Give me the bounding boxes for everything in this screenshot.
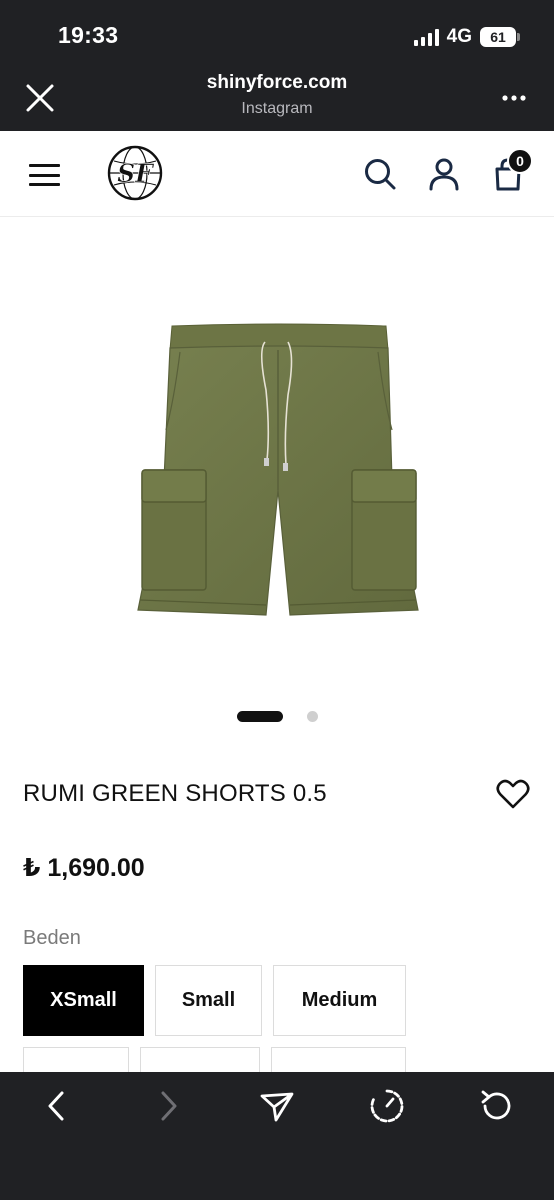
menu-icon[interactable] — [29, 164, 60, 186]
gallery-pagination — [237, 711, 318, 722]
back-icon[interactable] — [40, 1088, 76, 1124]
size-option-medium[interactable]: Medium — [273, 965, 406, 1036]
signal-icon — [413, 28, 439, 46]
site-header: SF 0 — [0, 131, 554, 217]
product-title: RUMI GREEN SHORTS 0.5 — [23, 780, 327, 807]
site-logo[interactable]: SF — [107, 145, 163, 201]
browser-domain: shinyforce.com — [206, 72, 348, 93]
svg-text:SF: SF — [117, 159, 155, 188]
reload-icon[interactable] — [479, 1088, 515, 1124]
browser-toolbar — [0, 1072, 554, 1200]
more-dots-icon[interactable] — [502, 95, 526, 101]
cart-count-badge: 0 — [507, 148, 533, 174]
size-option-small[interactable]: Small — [155, 965, 262, 1036]
product-price: ₺ 1,690.00 — [23, 854, 145, 882]
size-option-xsmall[interactable]: XSmall — [23, 965, 144, 1036]
search-icon[interactable] — [362, 156, 398, 192]
forward-icon[interactable] — [150, 1088, 186, 1124]
heart-icon[interactable] — [496, 778, 530, 810]
speed-icon[interactable] — [369, 1088, 405, 1124]
share-icon[interactable] — [259, 1088, 295, 1124]
gallery-dot-active[interactable] — [237, 711, 283, 722]
battery-icon: 61 — [480, 27, 520, 47]
gallery-dot[interactable] — [307, 711, 318, 722]
network-type: 4G — [446, 26, 472, 47]
status-indicators: 4G 61 — [413, 25, 520, 49]
account-icon[interactable] — [426, 156, 462, 192]
status-time: 19:33 — [58, 22, 119, 48]
browser-source: Instagram — [241, 100, 313, 117]
size-label: Beden — [23, 927, 81, 949]
browser-top-bar: 19:33 4G 61 shinyforce.com Instagram — [0, 0, 554, 131]
battery-level: 61 — [490, 29, 506, 45]
product-image[interactable] — [130, 320, 426, 625]
